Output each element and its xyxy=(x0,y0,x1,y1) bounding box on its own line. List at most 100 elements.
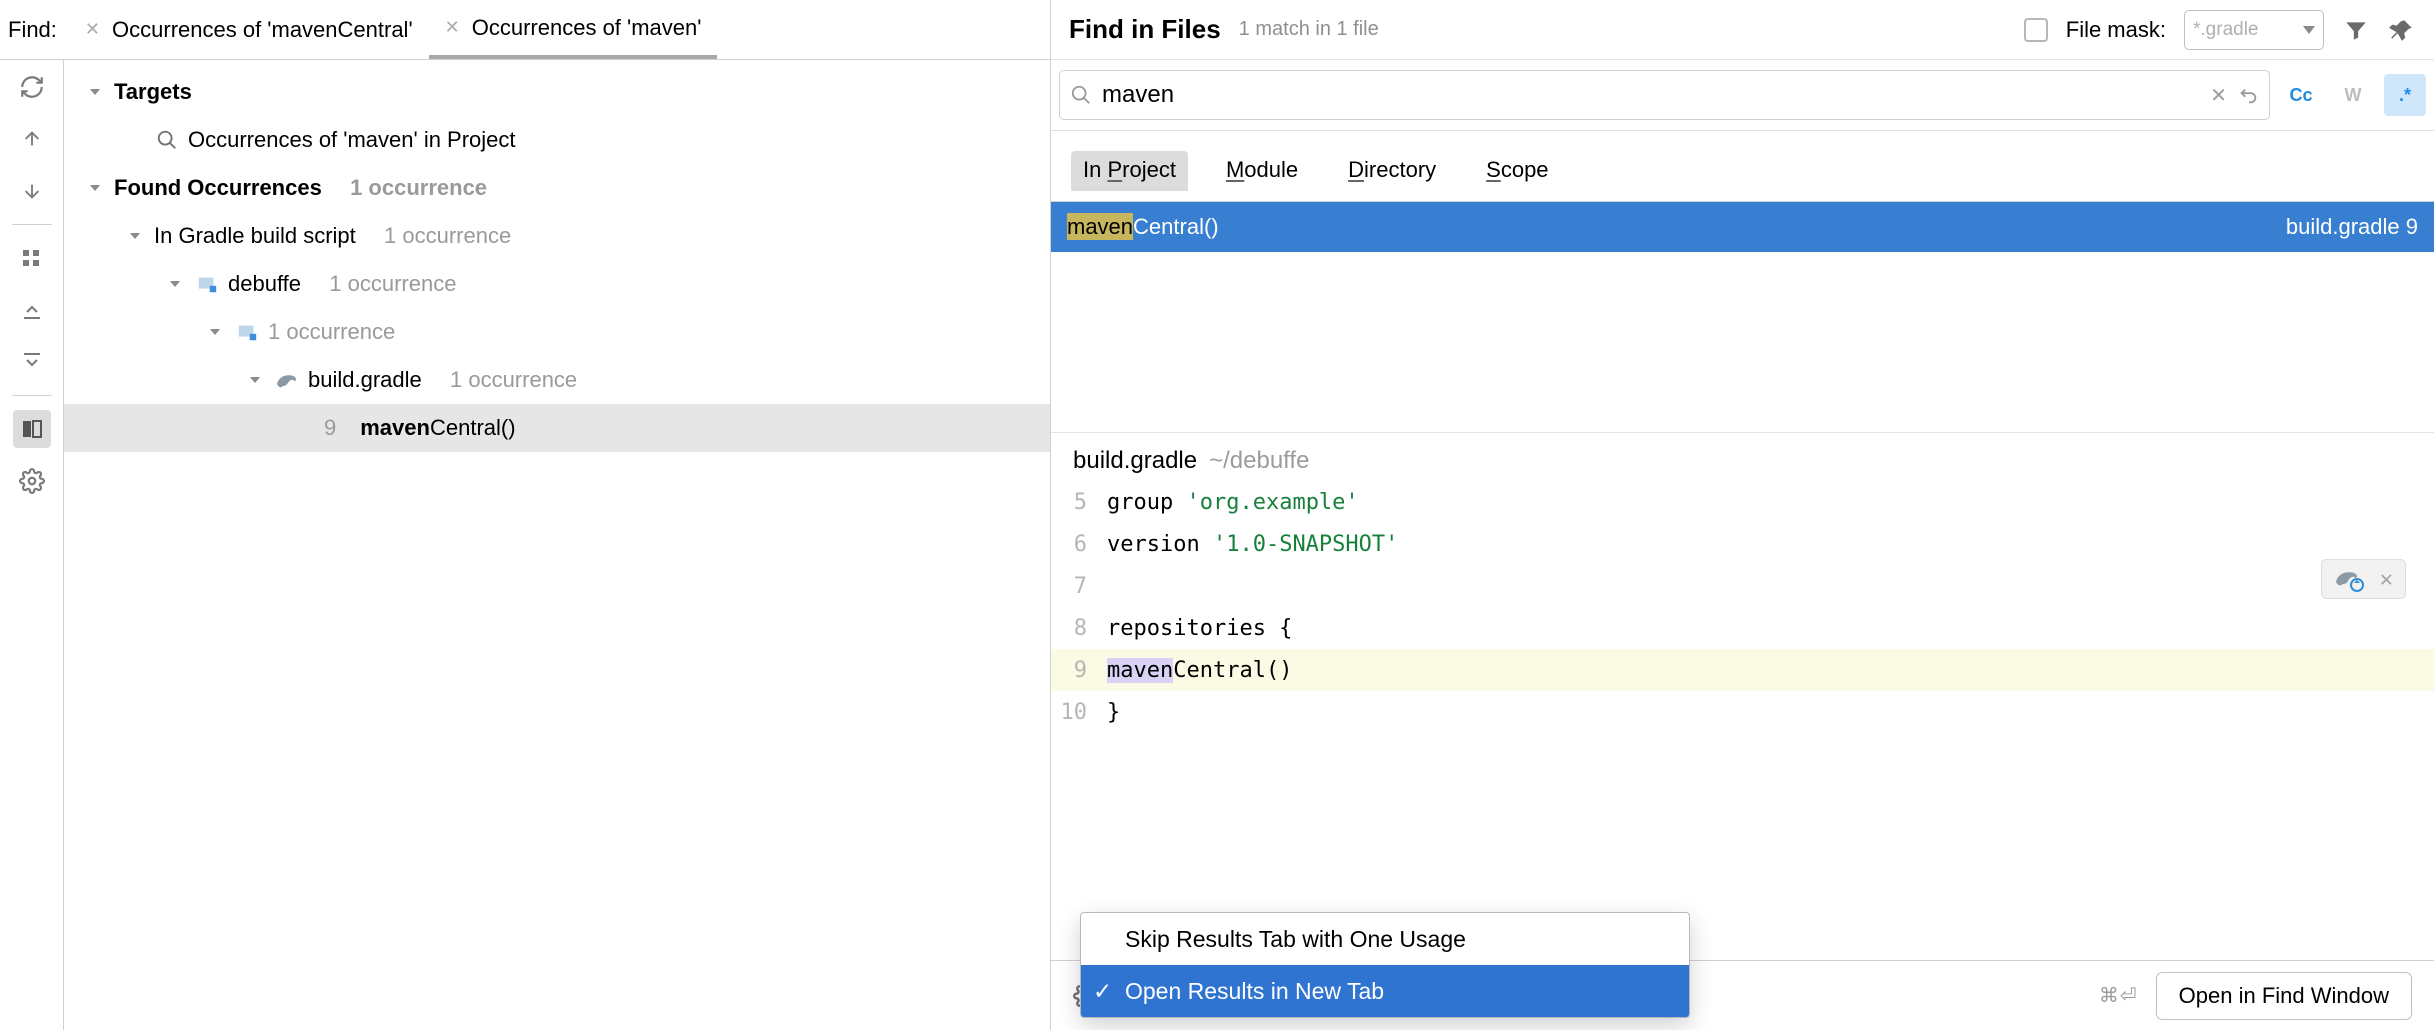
search-input[interactable] xyxy=(1102,81,2200,109)
chevron-down-icon[interactable] xyxy=(204,321,226,343)
settings-icon[interactable] xyxy=(13,462,51,500)
menu-label: Skip Results Tab with One Usage xyxy=(1125,926,1466,953)
usage-rest: Central() xyxy=(430,415,516,440)
file-mask-checkbox[interactable] xyxy=(2024,18,2048,42)
case-sensitive-toggle[interactable]: Cc xyxy=(2280,74,2322,116)
folder-icon xyxy=(234,319,260,345)
line-number: 6 xyxy=(1051,532,1107,557)
usage-row[interactable]: 9 mavenCentral() xyxy=(64,404,1050,452)
close-icon[interactable]: ✕ xyxy=(85,19,100,40)
result-match: maven xyxy=(1067,213,1133,240)
scope-module[interactable]: Module xyxy=(1214,151,1310,191)
code-highlight: maven xyxy=(1107,658,1173,683)
gradle-reload-icon[interactable] xyxy=(2334,566,2364,592)
count-label: 1 occurrence xyxy=(450,367,577,393)
clear-icon[interactable]: ✕ xyxy=(2210,83,2227,108)
tab-label: Occurrences of 'maven' xyxy=(472,15,702,41)
usage-match: maven xyxy=(360,415,430,440)
chevron-down-icon[interactable] xyxy=(84,81,106,103)
module-icon xyxy=(194,271,220,297)
scope-tabs: In Project Module Directory Scope xyxy=(1051,131,2434,202)
line-number: 5 xyxy=(1051,490,1107,515)
count-label: 1 occurrence xyxy=(268,319,395,345)
search-icon xyxy=(1070,84,1092,106)
result-file: build.gradle 9 xyxy=(2286,214,2418,240)
line-number: 8 xyxy=(1051,616,1107,641)
preview-path: ~/debuffe xyxy=(1209,447,1309,475)
pin-icon[interactable] xyxy=(2388,16,2416,44)
in-script-node[interactable]: In Gradle build script 1 occurrence xyxy=(64,212,1050,260)
chevron-down-icon[interactable] xyxy=(84,177,106,199)
chevron-down-icon[interactable] xyxy=(244,369,266,391)
whole-words-toggle[interactable]: W xyxy=(2332,74,2374,116)
code-preview[interactable]: 5group 'org.example' 6version '1.0-SNAPS… xyxy=(1051,481,2434,733)
search-result-row[interactable]: mavenCentral() build.gradle 9 xyxy=(1051,202,2434,252)
tree-label: Targets xyxy=(114,79,192,105)
search-icon xyxy=(154,127,180,153)
menu-skip-results-tab[interactable]: Skip Results Tab with One Usage xyxy=(1081,913,1689,965)
tree-label: build.gradle xyxy=(308,367,422,393)
preview-area: build.gradle ~/debuffe 5group 'org.examp… xyxy=(1051,252,2434,960)
chevron-down-icon xyxy=(2303,26,2315,34)
find-in-files-dialog: Find in Files 1 match in 1 file File mas… xyxy=(1050,0,2434,1030)
chevron-down-icon[interactable] xyxy=(124,225,146,247)
count-label: 1 occurrence xyxy=(384,223,511,249)
close-icon[interactable]: ✕ xyxy=(2380,567,2393,592)
history-icon[interactable] xyxy=(2237,84,2259,106)
dialog-title: Find in Files xyxy=(1069,14,1221,45)
tree-label: Found Occurrences xyxy=(114,175,322,201)
find-tabs-bar: Find: ✕ Occurrences of 'mavenCentral' ✕ … xyxy=(0,0,1050,60)
gear-popup-menu: Skip Results Tab with One Usage ✓ Open R… xyxy=(1080,912,1690,1018)
group-icon[interactable] xyxy=(13,239,51,277)
arrow-down-icon[interactable] xyxy=(13,172,51,210)
count-label: 1 occurrence xyxy=(329,271,456,297)
menu-label: Open Results in New Tab xyxy=(1125,978,1384,1005)
gradle-sync-chip[interactable]: ✕ xyxy=(2321,559,2406,599)
chevron-down-icon[interactable] xyxy=(164,273,186,295)
targets-node[interactable]: Targets xyxy=(64,68,1050,116)
result-rest: Central() xyxy=(1133,214,1219,239)
open-in-find-window-button[interactable]: Open in Find Window xyxy=(2156,972,2412,1020)
file-mask-value: *.gradle xyxy=(2193,19,2293,41)
close-icon[interactable]: ✕ xyxy=(445,17,460,38)
tab-label: Occurrences of 'mavenCentral' xyxy=(112,17,413,43)
check-icon: ✓ xyxy=(1093,978,1112,1005)
refresh-icon[interactable] xyxy=(13,68,51,106)
tree-label: Occurrences of 'maven' in Project xyxy=(188,127,516,153)
expand-all-icon[interactable] xyxy=(13,291,51,329)
module-node[interactable]: debuffe 1 occurrence xyxy=(64,260,1050,308)
tree-label: In Gradle build script xyxy=(154,223,356,249)
filter-icon[interactable] xyxy=(2342,16,2370,44)
dialog-header: Find in Files 1 match in 1 file File mas… xyxy=(1051,0,2434,60)
search-desc-node[interactable]: Occurrences of 'maven' in Project xyxy=(64,116,1050,164)
scope-in-project[interactable]: In Project xyxy=(1071,151,1188,191)
line-number: 10 xyxy=(1051,700,1107,725)
find-toolbar xyxy=(0,60,64,1030)
file-mask-label: File mask: xyxy=(2066,17,2166,43)
file-mask-combo[interactable]: *.gradle xyxy=(2184,10,2324,50)
scope-directory[interactable]: Directory xyxy=(1336,151,1448,191)
folder-node[interactable]: 1 occurrence xyxy=(64,308,1050,356)
found-occurrences-node[interactable]: Found Occurrences 1 occurrence xyxy=(64,164,1050,212)
preview-toggle-icon[interactable] xyxy=(13,410,51,448)
keyboard-shortcut: ⌘⏎ xyxy=(2099,983,2138,1008)
line-number: 7 xyxy=(1051,574,1107,599)
file-node[interactable]: build.gradle 1 occurrence xyxy=(64,356,1050,404)
collapse-all-icon[interactable] xyxy=(13,343,51,381)
line-number: 9 xyxy=(324,415,336,441)
find-tab-maven[interactable]: ✕ Occurrences of 'maven' xyxy=(429,0,718,59)
line-number: 9 xyxy=(1051,658,1107,683)
match-count: 1 match in 1 file xyxy=(1239,18,1379,41)
scope-scope[interactable]: Scope xyxy=(1474,151,1560,191)
menu-open-results-new-tab[interactable]: ✓ Open Results in New Tab xyxy=(1081,965,1689,1017)
count-label: 1 occurrence xyxy=(350,175,487,201)
preview-header: build.gradle ~/debuffe xyxy=(1051,432,2434,481)
gradle-icon xyxy=(274,367,300,393)
regex-toggle[interactable]: .* xyxy=(2384,74,2426,116)
find-tab-mavenCentral[interactable]: ✕ Occurrences of 'mavenCentral' xyxy=(69,0,429,59)
arrow-up-icon[interactable] xyxy=(13,120,51,158)
search-row: ✕ Cc W .* xyxy=(1051,60,2434,131)
search-input-wrap[interactable]: ✕ xyxy=(1059,70,2270,120)
tree-label: debuffe xyxy=(228,271,301,297)
preview-file: build.gradle xyxy=(1073,447,1197,475)
